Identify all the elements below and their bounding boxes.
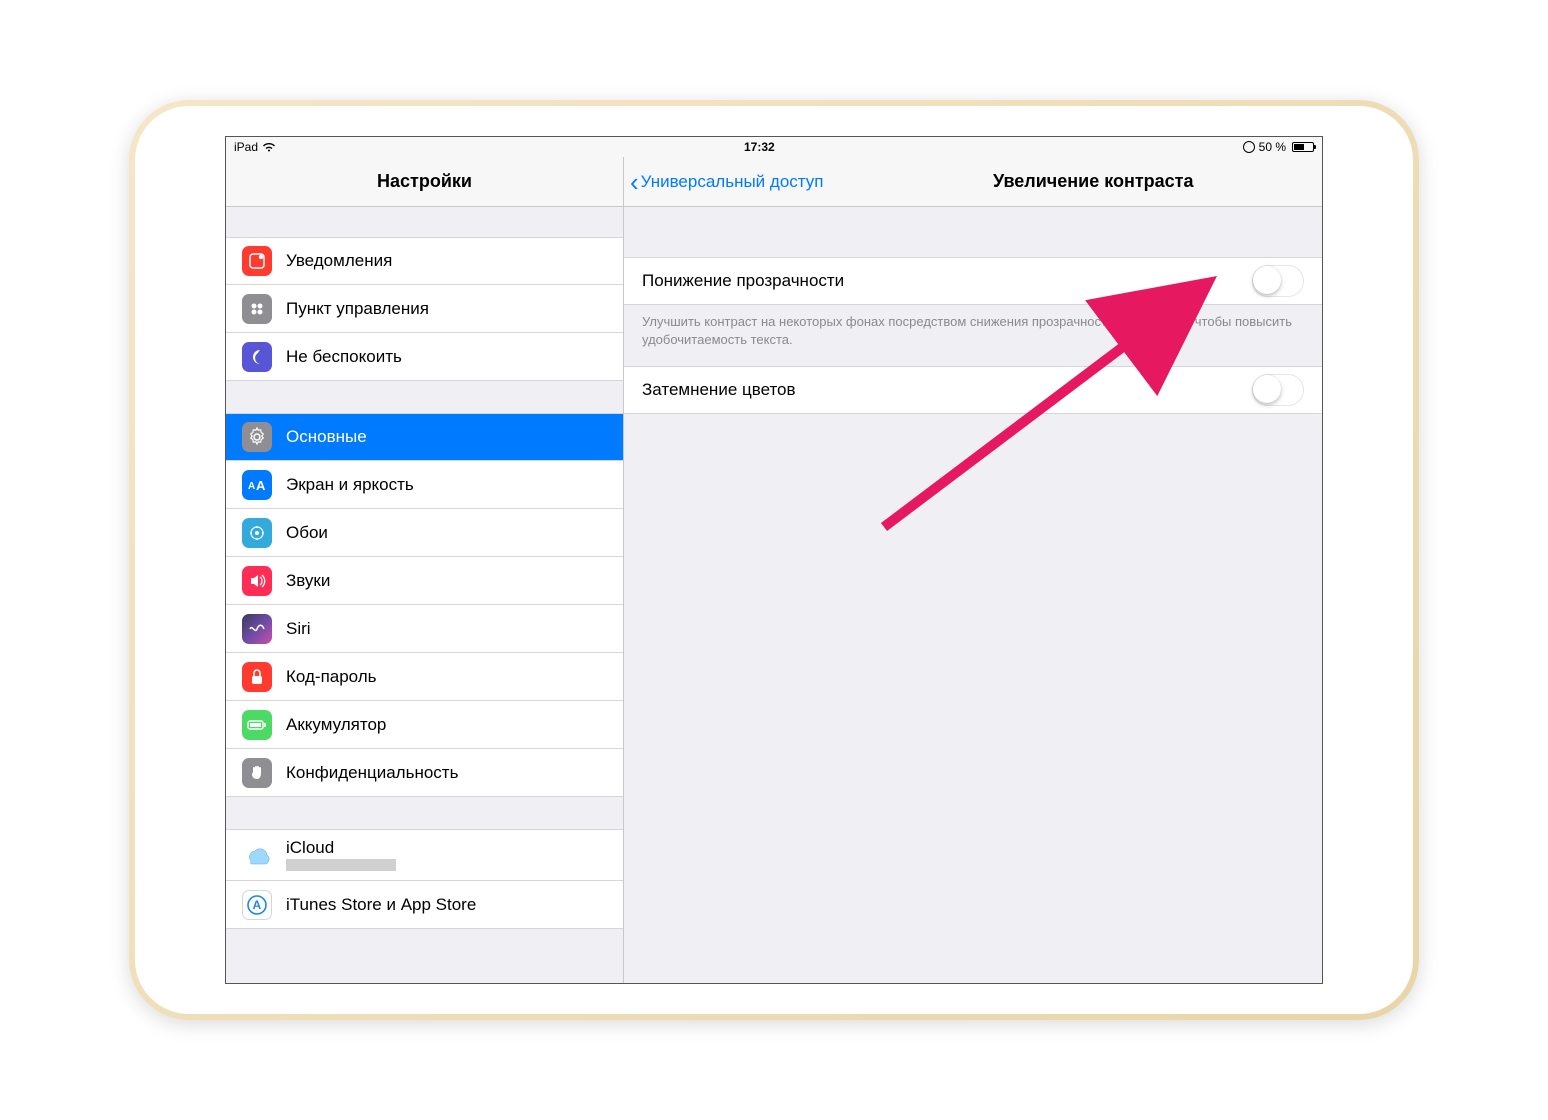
svg-text:A: A bbox=[256, 478, 266, 492]
sidebar-item-control-center[interactable]: Пункт управления bbox=[226, 285, 623, 333]
detail-title: Увеличение контраста bbox=[993, 171, 1194, 192]
toggle-reduce-transparency[interactable] bbox=[1252, 265, 1304, 297]
sidebar-item-label: Уведомления bbox=[286, 251, 392, 271]
rotation-lock-icon bbox=[1243, 141, 1255, 153]
sidebar-item-label: Аккумулятор bbox=[286, 715, 386, 735]
sidebar-item-label: Код-пароль bbox=[286, 667, 377, 687]
chevron-left-icon: ‹ bbox=[630, 169, 639, 195]
sidebar-item-label: Siri bbox=[286, 619, 311, 639]
siri-icon bbox=[242, 614, 272, 644]
wallpaper-icon bbox=[242, 518, 272, 548]
sidebar-item-label: Конфиденциальность bbox=[286, 763, 458, 783]
ipad-frame: iPad 17:32 50 % Настройки bbox=[129, 100, 1419, 1020]
battery-label: 50 % bbox=[1259, 140, 1286, 154]
control-center-icon bbox=[242, 294, 272, 324]
gear-icon bbox=[242, 422, 272, 452]
icloud-account-redacted bbox=[286, 859, 396, 871]
sidebar-group-3: iCloud A iTunes Store и App Store bbox=[226, 829, 623, 929]
row-note: Улучшить контраст на некоторых фонах пос… bbox=[624, 305, 1322, 366]
moon-icon bbox=[242, 342, 272, 372]
cloud-icon bbox=[242, 840, 272, 870]
row-label: Затемнение цветов bbox=[642, 380, 1252, 400]
sidebar-item-label: iCloud bbox=[286, 839, 607, 858]
row-label: Понижение прозрачности bbox=[642, 271, 1252, 291]
sidebar-item-dnd[interactable]: Не беспокоить bbox=[226, 333, 623, 381]
sidebar-title: Настройки bbox=[226, 157, 623, 207]
toggle-darken-colors[interactable] bbox=[1252, 374, 1304, 406]
sidebar-item-passcode[interactable]: Код-пароль bbox=[226, 653, 623, 701]
sidebar-item-general[interactable]: Основные bbox=[226, 413, 623, 461]
sidebar-item-notifications[interactable]: Уведомления bbox=[226, 237, 623, 285]
status-bar: iPad 17:32 50 % bbox=[226, 137, 1322, 157]
row-reduce-transparency: Понижение прозрачности bbox=[624, 257, 1322, 305]
sidebar-item-label: Звуки bbox=[286, 571, 330, 591]
back-label: Универсальный доступ bbox=[641, 172, 824, 192]
lock-icon bbox=[242, 662, 272, 692]
sidebar-group-1: Уведомления Пункт управления bbox=[226, 237, 623, 381]
display-icon: AA bbox=[242, 470, 272, 500]
sidebar-item-label: Пункт управления bbox=[286, 299, 429, 319]
speaker-icon bbox=[242, 566, 272, 596]
sidebar-item-wallpaper[interactable]: Обои bbox=[226, 509, 623, 557]
svg-text:A: A bbox=[248, 481, 255, 492]
sidebar-item-icloud[interactable]: iCloud bbox=[226, 829, 623, 881]
sidebar-item-display[interactable]: AA Экран и яркость bbox=[226, 461, 623, 509]
back-button[interactable]: ‹ Универсальный доступ bbox=[630, 169, 823, 195]
battery-icon bbox=[242, 710, 272, 740]
row-darken-colors: Затемнение цветов bbox=[624, 366, 1322, 414]
device-label: iPad bbox=[234, 140, 258, 154]
battery-icon bbox=[1292, 142, 1314, 152]
sidebar-item-label: Основные bbox=[286, 427, 367, 447]
sidebar-item-sounds[interactable]: Звуки bbox=[226, 557, 623, 605]
sidebar-item-label: iTunes Store и App Store bbox=[286, 895, 476, 915]
svg-text:A: A bbox=[253, 898, 262, 912]
ipad-bezel: iPad 17:32 50 % Настройки bbox=[135, 106, 1413, 1014]
screen: iPad 17:32 50 % Настройки bbox=[225, 136, 1323, 984]
notifications-icon bbox=[242, 246, 272, 276]
sidebar-item-itunes[interactable]: A iTunes Store и App Store bbox=[226, 881, 623, 929]
detail-nav-bar: ‹ Универсальный доступ ‹ pad Увеличение … bbox=[624, 157, 1322, 207]
appstore-icon: A bbox=[242, 890, 272, 920]
sidebar-item-label: Обои bbox=[286, 523, 328, 543]
sidebar-item-label: Не беспокоить bbox=[286, 347, 402, 367]
detail-pane: ‹ Универсальный доступ ‹ pad Увеличение … bbox=[624, 157, 1322, 983]
sidebar-item-battery[interactable]: Аккумулятор bbox=[226, 701, 623, 749]
wifi-icon bbox=[262, 142, 276, 152]
settings-sidebar: Настройки Уведомления bbox=[226, 157, 624, 983]
sidebar-item-label: Экран и яркость bbox=[286, 475, 414, 495]
sidebar-item-privacy[interactable]: Конфиденциальность bbox=[226, 749, 623, 797]
status-time: 17:32 bbox=[276, 140, 1243, 154]
hand-icon bbox=[242, 758, 272, 788]
sidebar-group-2: Основные AA Экран и яркость bbox=[226, 413, 623, 797]
sidebar-item-siri[interactable]: Siri bbox=[226, 605, 623, 653]
